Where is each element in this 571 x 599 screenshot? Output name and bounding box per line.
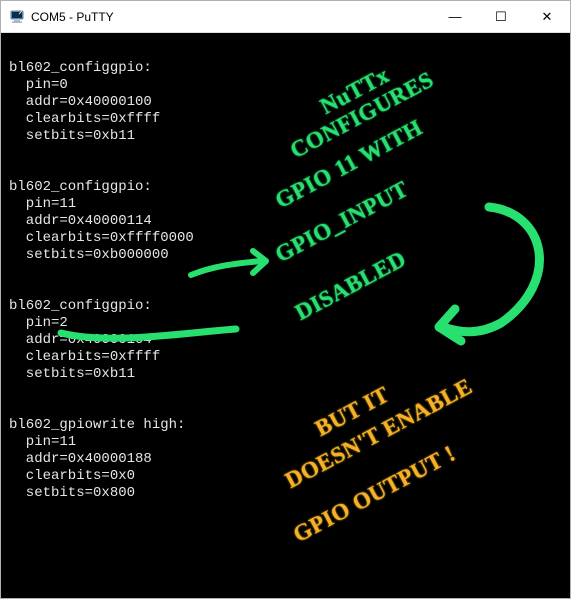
minimize-button[interactable]: — (432, 1, 478, 33)
title-bar[interactable]: COM5 - PuTTY — ☐ ✕ (1, 1, 570, 33)
putty-icon (9, 9, 25, 25)
close-button[interactable]: ✕ (524, 1, 570, 33)
terminal[interactable]: bl602_configgpio: pin=0 addr=0x40000100 … (1, 33, 570, 598)
terminal-text: bl602_configgpio: pin=0 addr=0x40000100 … (1, 33, 570, 512)
putty-window: COM5 - PuTTY — ☐ ✕ bl602_configgpio: pin… (0, 0, 571, 599)
maximize-button[interactable]: ☐ (478, 1, 524, 33)
window-title: COM5 - PuTTY (31, 10, 114, 24)
